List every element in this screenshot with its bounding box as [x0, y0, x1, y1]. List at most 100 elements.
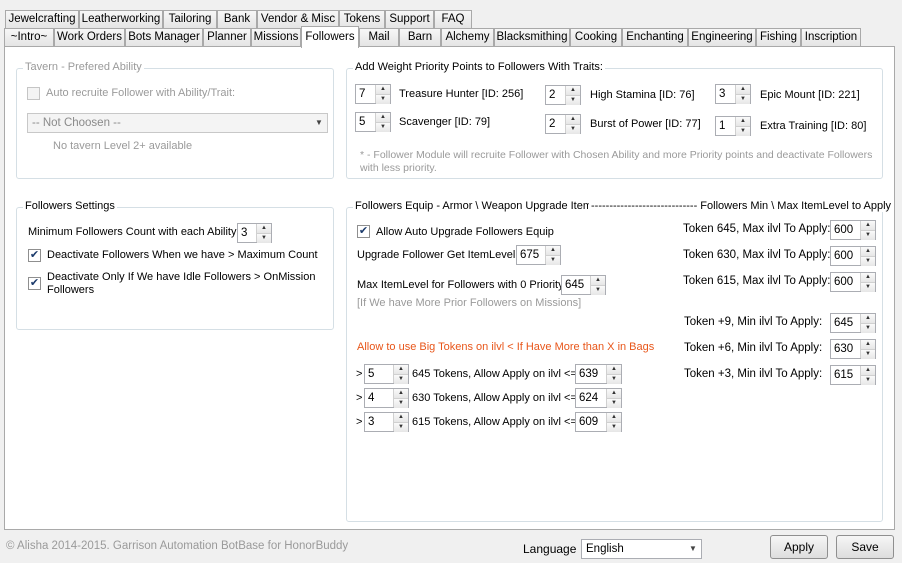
treasure-hunter-spinner[interactable]: 7 ▲ ▼	[355, 84, 391, 104]
spin-up-icon[interactable]: ▲	[376, 85, 390, 94]
tab-followers[interactable]: Followers	[301, 26, 359, 48]
language-select[interactable]: English ▼	[581, 539, 702, 559]
spin-up-icon[interactable]: ▲	[861, 247, 875, 256]
tab-inscription[interactable]: Inscription	[801, 28, 861, 47]
spin-up-icon[interactable]: ▲	[607, 413, 621, 422]
spin-up-icon[interactable]: ▲	[394, 389, 408, 398]
tab-barn[interactable]: Barn	[399, 28, 441, 47]
spin-down-icon[interactable]: ▼	[861, 349, 875, 359]
min-count-spinner[interactable]: 3 ▲ ▼	[237, 223, 272, 243]
tab-bots-manager[interactable]: Bots Manager	[125, 28, 203, 47]
spin-up-icon[interactable]: ▲	[607, 365, 621, 374]
tab-alchemy[interactable]: Alchemy	[441, 28, 494, 47]
tab-support[interactable]: Support	[385, 10, 434, 29]
big-token-630-label: 630 Tokens, Allow Apply on ilvl <=	[412, 392, 577, 404]
auto-upgrade-checkbox[interactable]: ✔	[357, 225, 370, 238]
get-ilvl-spinner[interactable]: 675 ▲ ▼	[516, 245, 561, 265]
tab-bank[interactable]: Bank	[217, 10, 257, 29]
big-token-645-label: 645 Tokens, Allow Apply on ilvl <=	[412, 368, 577, 380]
spin-down-icon[interactable]: ▼	[736, 94, 750, 104]
deactivate-idle-checkbox[interactable]: ✔	[28, 277, 41, 290]
spin-down-icon[interactable]: ▼	[394, 374, 408, 384]
spin-up-icon[interactable]: ▲	[861, 314, 875, 323]
scavenger-spinner[interactable]: 5 ▲ ▼	[355, 112, 391, 132]
token-615-max-spinner[interactable]: 600 ▲ ▼	[830, 272, 876, 292]
tab-fishing[interactable]: Fishing	[756, 28, 801, 47]
spin-up-icon[interactable]: ▲	[394, 413, 408, 422]
spin-down-icon[interactable]: ▼	[546, 255, 560, 265]
spinner-value: 4	[368, 392, 375, 404]
token-645-max-spinner[interactable]: 600 ▲ ▼	[830, 220, 876, 240]
spin-down-icon[interactable]: ▼	[376, 94, 390, 104]
spin-down-icon[interactable]: ▼	[861, 375, 875, 385]
token-plus6-min-label: Token +6, Min ilvl To Apply:	[684, 342, 823, 354]
spin-down-icon[interactable]: ▼	[861, 256, 875, 266]
spin-up-icon[interactable]: ▲	[861, 366, 875, 375]
high-stamina-spinner[interactable]: 2 ▲ ▼	[545, 85, 581, 105]
spinner-value: 1	[719, 120, 726, 132]
auto-recruit-checkbox[interactable]	[27, 87, 40, 100]
spin-down-icon[interactable]: ▼	[394, 398, 408, 408]
token-630-max-spinner[interactable]: 600 ▲ ▼	[830, 246, 876, 266]
spin-up-icon[interactable]: ▲	[546, 246, 560, 255]
spinner-value: 600	[834, 250, 854, 262]
tab-engineering[interactable]: Engineering	[688, 28, 756, 47]
spin-up-icon[interactable]: ▲	[566, 115, 580, 124]
spin-down-icon[interactable]: ▼	[736, 126, 750, 136]
max-ilvl-spinner[interactable]: 645 ▲ ▼	[561, 275, 606, 295]
spin-down-icon[interactable]: ▼	[861, 323, 875, 333]
spin-down-icon[interactable]: ▼	[591, 285, 605, 295]
tab-missions[interactable]: Missions	[251, 28, 301, 47]
big-token-630-count-spinner[interactable]: 4 ▲ ▼	[364, 388, 409, 408]
tab-faq[interactable]: FAQ	[434, 10, 472, 29]
spin-up-icon[interactable]: ▲	[591, 276, 605, 285]
spin-down-icon[interactable]: ▼	[566, 95, 580, 105]
spin-down-icon[interactable]: ▼	[861, 282, 875, 292]
spin-up-icon[interactable]: ▲	[607, 389, 621, 398]
tab-tailoring[interactable]: Tailoring	[163, 10, 217, 29]
spin-up-icon[interactable]: ▲	[861, 340, 875, 349]
token-plus9-min-spinner[interactable]: 645 ▲ ▼	[830, 313, 876, 333]
get-ilvl-label: Upgrade Follower Get ItemLevel:	[357, 249, 519, 261]
tab-intro[interactable]: ~Intro~	[4, 28, 54, 47]
big-token-630-ilvl-spinner[interactable]: 624 ▲ ▼	[575, 388, 622, 408]
spin-down-icon[interactable]: ▼	[607, 398, 621, 408]
big-token-645-ilvl-spinner[interactable]: 639 ▲ ▼	[575, 364, 622, 384]
tab-blacksmithing[interactable]: Blacksmithing	[494, 28, 570, 47]
burst-of-power-spinner[interactable]: 2 ▲ ▼	[545, 114, 581, 134]
spin-down-icon[interactable]: ▼	[394, 422, 408, 432]
spin-down-icon[interactable]: ▼	[607, 374, 621, 384]
deactivate-idle-label-2: Followers	[47, 284, 95, 296]
tab-leatherworking[interactable]: Leatherworking	[79, 10, 163, 29]
deactivate-max-checkbox[interactable]: ✔	[28, 249, 41, 262]
spin-down-icon[interactable]: ▼	[607, 422, 621, 432]
big-token-615-ilvl-spinner[interactable]: 609 ▲ ▼	[575, 412, 622, 432]
spin-down-icon[interactable]: ▼	[566, 124, 580, 134]
spin-up-icon[interactable]: ▲	[566, 86, 580, 95]
spin-up-icon[interactable]: ▲	[861, 273, 875, 282]
save-button[interactable]: Save	[836, 535, 894, 559]
epic-mount-spinner[interactable]: 3 ▲ ▼	[715, 84, 751, 104]
spin-up-icon[interactable]: ▲	[861, 221, 875, 230]
ability-select[interactable]: -- Not Choosen -- ▼	[27, 113, 328, 133]
tab-enchanting[interactable]: Enchanting	[622, 28, 688, 47]
spin-up-icon[interactable]: ▲	[257, 224, 271, 233]
token-plus3-min-spinner[interactable]: 615 ▲ ▼	[830, 365, 876, 385]
spin-up-icon[interactable]: ▲	[376, 113, 390, 122]
spin-up-icon[interactable]: ▲	[394, 365, 408, 374]
big-token-615-count-spinner[interactable]: 3 ▲ ▼	[364, 412, 409, 432]
spin-up-icon[interactable]: ▲	[736, 85, 750, 94]
spin-down-icon[interactable]: ▼	[376, 122, 390, 132]
spin-up-icon[interactable]: ▲	[736, 117, 750, 126]
tab-planner[interactable]: Planner	[203, 28, 251, 47]
token-plus6-min-spinner[interactable]: 630 ▲ ▼	[830, 339, 876, 359]
tab-work-orders[interactable]: Work Orders	[54, 28, 125, 47]
apply-button[interactable]: Apply	[770, 535, 828, 559]
spin-down-icon[interactable]: ▼	[257, 233, 271, 243]
tab-mail[interactable]: Mail	[359, 28, 399, 47]
big-token-645-count-spinner[interactable]: 5 ▲ ▼	[364, 364, 409, 384]
tab-cooking[interactable]: Cooking	[570, 28, 622, 47]
tab-jewelcrafting[interactable]: Jewelcrafting	[5, 10, 79, 29]
spin-down-icon[interactable]: ▼	[861, 230, 875, 240]
extra-training-spinner[interactable]: 1 ▲ ▼	[715, 116, 751, 136]
